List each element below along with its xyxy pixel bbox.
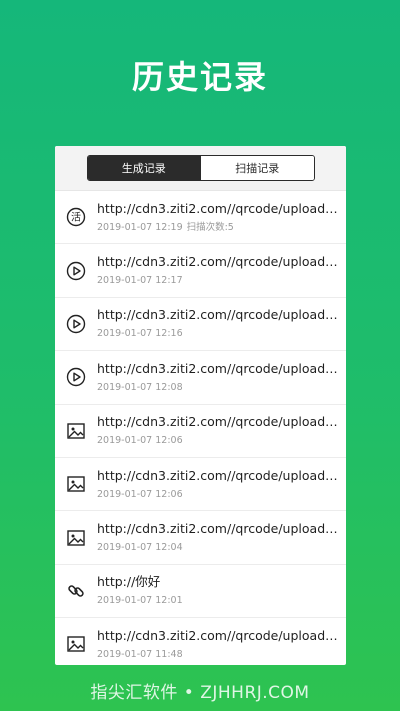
record-meta: 2019-01-07 12:08 (97, 382, 338, 394)
record-title: http://cdn3.ziti2.com//qrcode/uploade... (97, 200, 338, 216)
record-time: 2019-01-07 12:06 (97, 435, 183, 447)
record-time: 2019-01-07 12:17 (97, 275, 183, 287)
record-meta: 2019-01-07 12:01 (97, 595, 338, 607)
record-meta: 2019-01-07 12:04 (97, 542, 338, 554)
segmented-control: 生成记录 扫描记录 (86, 155, 315, 181)
record-meta: 2019-01-07 11:48 (97, 649, 338, 661)
record-time: 2019-01-07 12:16 (97, 328, 183, 340)
image-icon (55, 528, 97, 548)
record-time: 2019-01-07 12:08 (97, 381, 183, 393)
link-icon (55, 581, 97, 601)
video-play-icon (55, 314, 97, 334)
live-code-icon: 活 (55, 207, 97, 227)
svg-text:活: 活 (71, 212, 81, 224)
record-time: 2019-01-07 12:06 (97, 488, 183, 500)
page-title: 历史记录 (131, 58, 268, 96)
record-meta: 2019-01-07 12:06 (97, 489, 338, 501)
list-item[interactable]: http://cdn3.ziti2.com//qrcode/uploade...… (55, 511, 346, 565)
record-meta: 2019-01-07 12:16 (97, 328, 338, 340)
watermark: 指尖汇软件 • ZJHHRJ.COM (90, 683, 310, 703)
list-item[interactable]: http://cdn3.ziti2.com//qrcode/uploade...… (55, 618, 346, 665)
list-item[interactable]: http://cdn3.ziti2.com//qrcode/uploade...… (55, 405, 346, 458)
list-item[interactable]: http://你好 2019-01-07 12:01 (55, 565, 346, 619)
video-play-icon (55, 367, 97, 387)
history-card: 生成记录 扫描记录 活 http://cdn3.ziti2.com//qrcod… (55, 146, 346, 665)
record-meta: 2019-01-07 12:17 (97, 275, 338, 287)
list-item[interactable]: http://cdn3.ziti2.com//qrcode/uploade...… (55, 458, 346, 512)
record-title: http://cdn3.ziti2.com//qrcode/uploade... (97, 254, 338, 270)
record-time: 2019-01-07 11:48 (97, 648, 183, 660)
record-time: 2019-01-07 12:19 (97, 221, 183, 233)
tab-scanned-records[interactable]: 扫描记录 (200, 156, 314, 180)
record-title: http://cdn3.ziti2.com//qrcode/uploade... (97, 521, 338, 537)
list-item[interactable]: http://cdn3.ziti2.com//qrcode/uploade...… (55, 351, 346, 405)
tab-generated-records[interactable]: 生成记录 (87, 156, 200, 180)
tabs-bar: 生成记录 扫描记录 (55, 146, 346, 191)
record-title: http://cdn3.ziti2.com//qrcode/uploade... (97, 627, 338, 643)
record-meta: 2019-01-07 12:19 扫描次数:5 (97, 222, 338, 234)
record-title: http://你好 (97, 574, 161, 590)
list-item[interactable]: http://cdn3.ziti2.com//qrcode/uploade...… (55, 298, 346, 352)
record-title: http://cdn3.ziti2.com//qrcode/uploade... (97, 414, 338, 430)
record-title: http://cdn3.ziti2.com//qrcode/uploade... (97, 307, 338, 323)
record-list: 活 http://cdn3.ziti2.com//qrcode/uploade.… (55, 191, 346, 665)
record-meta: 2019-01-07 12:06 (97, 435, 338, 447)
list-item[interactable]: 活 http://cdn3.ziti2.com//qrcode/uploade.… (55, 191, 346, 245)
record-time: 2019-01-07 12:04 (97, 542, 183, 554)
image-icon (55, 421, 97, 441)
video-play-icon (55, 261, 97, 281)
image-icon (55, 474, 97, 494)
list-item[interactable]: http://cdn3.ziti2.com//qrcode/uploade...… (55, 244, 346, 298)
record-title: http://cdn3.ziti2.com//qrcode/uploade... (97, 360, 338, 376)
image-icon (55, 634, 97, 654)
record-title: http://cdn3.ziti2.com//qrcode/uploade... (97, 467, 338, 483)
record-time: 2019-01-07 12:01 (97, 595, 183, 607)
record-scan-count: 扫描次数:5 (186, 221, 234, 233)
